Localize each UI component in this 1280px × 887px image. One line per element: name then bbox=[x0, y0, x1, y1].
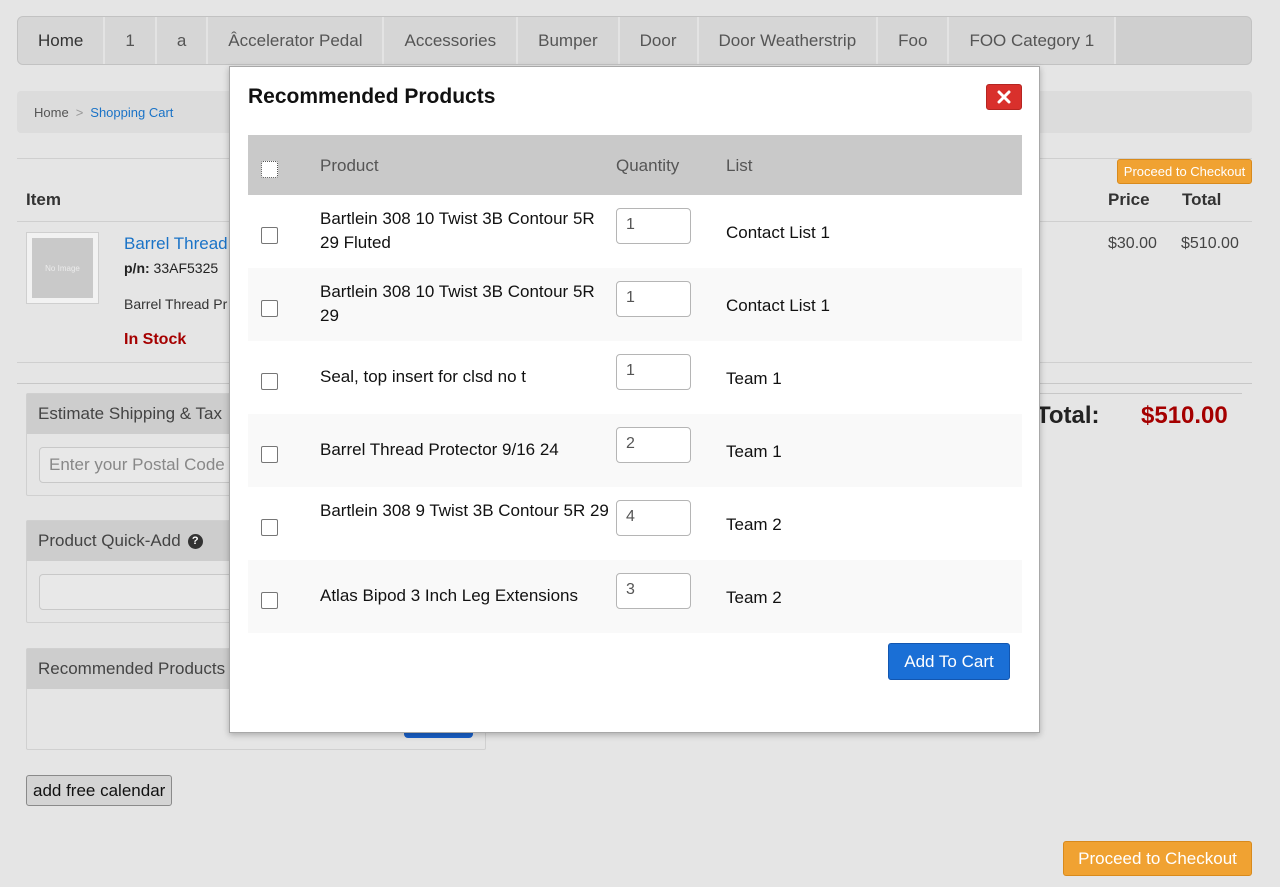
row-product-name: Seal, top insert for clsd no t bbox=[320, 367, 526, 386]
breadcrumb-home[interactable]: Home bbox=[34, 105, 69, 120]
divider bbox=[1040, 393, 1242, 394]
select-all-checkbox[interactable] bbox=[261, 161, 278, 178]
nav-item-door-weatherstrip[interactable]: Door Weatherstrip bbox=[698, 17, 879, 64]
category-nav: Home 1 a Âccelerator Pedal Accessories B… bbox=[17, 16, 1252, 65]
table-header: Product Quantity List bbox=[248, 135, 1022, 195]
grand-total-value: $510.00 bbox=[1141, 402, 1228, 429]
row-list-name: Contact List 1 bbox=[726, 296, 830, 315]
table-row: Atlas Bipod 3 Inch Leg Extensions 3 Team… bbox=[248, 560, 1022, 633]
stock-status: In Stock bbox=[124, 331, 187, 348]
nav-item-accessories[interactable]: Accessories bbox=[384, 17, 519, 64]
modal-close-button[interactable] bbox=[986, 84, 1022, 110]
nav-item-home[interactable]: Home bbox=[18, 17, 106, 64]
row-list-name: Contact List 1 bbox=[726, 223, 830, 242]
product-thumbnail[interactable]: No Image bbox=[26, 232, 99, 304]
cart-item-name-link[interactable]: Barrel Thread bbox=[124, 234, 228, 254]
nav-item-a[interactable]: a bbox=[156, 17, 209, 64]
row-quantity-input[interactable]: 1 bbox=[616, 354, 691, 390]
grand-total-label: Total: bbox=[1036, 402, 1100, 429]
no-image-placeholder: No Image bbox=[32, 238, 93, 298]
table-row: Bartlein 308 10 Twist 3B Contour 5R 29 1… bbox=[248, 268, 1022, 341]
quick-add-title-text: Product Quick-Add bbox=[38, 531, 181, 550]
table-row: Barrel Thread Protector 9/16 24 2 Team 1 bbox=[248, 414, 1022, 487]
add-to-cart-button[interactable]: Add To Cart bbox=[888, 643, 1010, 680]
row-quantity-input[interactable]: 3 bbox=[616, 573, 691, 609]
nav-item-bumper[interactable]: Bumper bbox=[518, 17, 620, 64]
row-select-checkbox[interactable] bbox=[261, 519, 278, 536]
pn-label: p/n: bbox=[124, 260, 150, 276]
row-list-name: Team 2 bbox=[726, 515, 782, 534]
nav-item-accelerator-pedal[interactable]: Âccelerator Pedal bbox=[208, 17, 385, 64]
header-list: List bbox=[726, 156, 753, 175]
close-icon bbox=[997, 90, 1011, 104]
cart-header-total: Total bbox=[1182, 190, 1222, 209]
row-quantity-input[interactable]: 1 bbox=[616, 208, 691, 244]
row-product-name: Barrel Thread Protector 9/16 24 bbox=[320, 440, 559, 459]
row-list-name: Team 1 bbox=[726, 442, 782, 461]
nav-item-1[interactable]: 1 bbox=[105, 17, 157, 64]
add-free-calendar-button[interactable]: add free calendar bbox=[26, 775, 173, 806]
breadcrumb-separator: > bbox=[75, 104, 84, 120]
row-product-name: Bartlein 308 10 Twist 3B Contour 5R 29 bbox=[320, 282, 595, 325]
nav-item-door[interactable]: Door bbox=[619, 17, 699, 64]
breadcrumb-shopping-cart[interactable]: Shopping Cart bbox=[90, 105, 173, 120]
proceed-to-checkout-top-button[interactable]: Proceed to Checkout bbox=[1117, 159, 1252, 184]
cart-header-price: Price bbox=[1108, 190, 1150, 209]
row-quantity-input[interactable]: 2 bbox=[616, 427, 691, 463]
help-icon[interactable]: ? bbox=[187, 533, 203, 549]
modal-title: Recommended Products bbox=[248, 85, 496, 108]
row-quantity-input[interactable]: 1 bbox=[616, 281, 691, 317]
cart-item-part-number: p/n: 33AF5325 bbox=[124, 260, 218, 276]
proceed-to-checkout-bottom-button[interactable]: Proceed to Checkout bbox=[1063, 841, 1252, 876]
cart-header-item: Item bbox=[26, 190, 61, 209]
table-row: Bartlein 308 10 Twist 3B Contour 5R 29 F… bbox=[248, 195, 1022, 268]
row-select-checkbox[interactable] bbox=[261, 592, 278, 609]
table-row: Seal, top insert for clsd no t 1 Team 1 bbox=[248, 341, 1022, 414]
nav-item-foo-category-1[interactable]: FOO Category 1 bbox=[949, 17, 1117, 64]
row-select-checkbox[interactable] bbox=[261, 227, 278, 244]
recommended-products-table: Product Quantity List Bartlein 308 10 Tw… bbox=[248, 135, 1022, 633]
row-product-name: Bartlein 308 10 Twist 3B Contour 5R 29 F… bbox=[320, 209, 595, 252]
row-product-name: Bartlein 308 9 Twist 3B Contour 5R 29 bbox=[320, 501, 609, 520]
header-product: Product bbox=[320, 156, 379, 175]
cart-item-price: $30.00 bbox=[1108, 235, 1157, 252]
row-select-checkbox[interactable] bbox=[261, 300, 278, 317]
recommended-products-modal: Recommended Products Product Quantity Li… bbox=[229, 66, 1040, 733]
row-product-name: Atlas Bipod 3 Inch Leg Extensions bbox=[320, 586, 578, 605]
nav-item-foo[interactable]: Foo bbox=[878, 17, 950, 64]
row-quantity-input[interactable]: 4 bbox=[616, 500, 691, 536]
row-select-checkbox[interactable] bbox=[261, 446, 278, 463]
row-list-name: Team 1 bbox=[726, 369, 782, 388]
table-row: Bartlein 308 9 Twist 3B Contour 5R 29 4 … bbox=[248, 487, 1022, 560]
cart-item-description: Barrel Thread Pr bbox=[124, 296, 228, 312]
pn-value: 33AF5325 bbox=[153, 260, 219, 276]
row-list-name: Team 2 bbox=[726, 588, 782, 607]
row-select-checkbox[interactable] bbox=[261, 373, 278, 390]
cart-item-total: $510.00 bbox=[1181, 235, 1239, 252]
header-quantity: Quantity bbox=[616, 156, 680, 175]
